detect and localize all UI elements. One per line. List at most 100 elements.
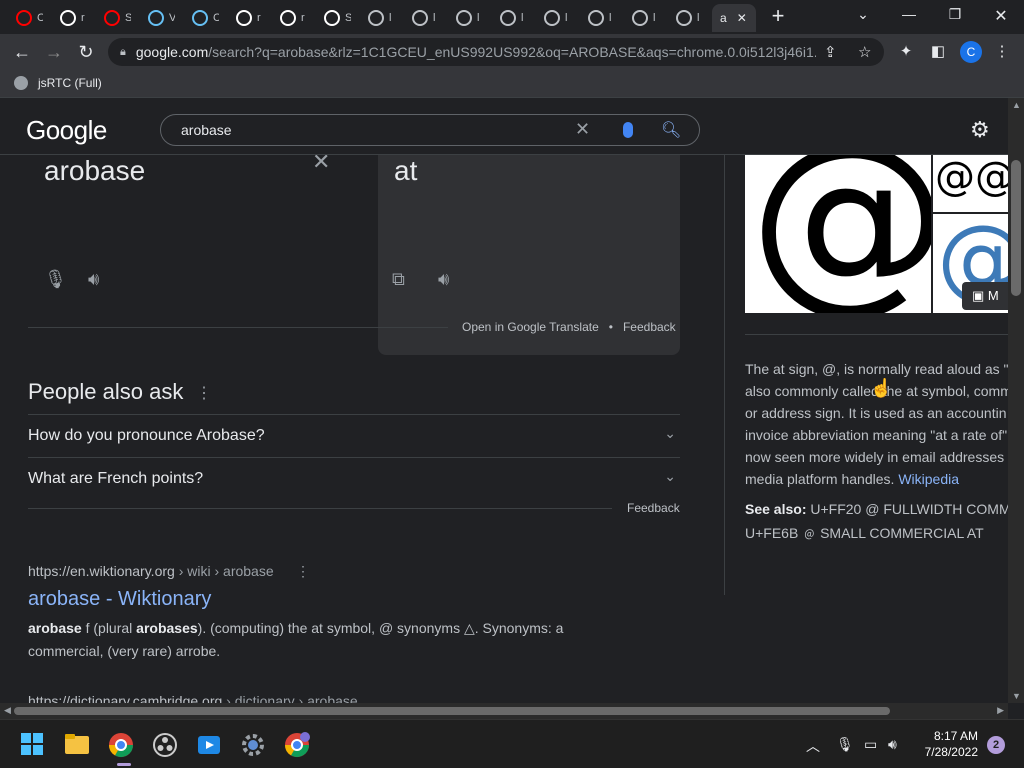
image-icon: ▣ (972, 288, 988, 303)
tab-label: l (389, 12, 392, 24)
browser-tab[interactable]: V (140, 4, 182, 32)
browser-tab[interactable]: S (316, 4, 358, 32)
browser-tab[interactable]: l (360, 4, 402, 32)
extensions-icon[interactable]: ✦ (896, 42, 916, 60)
chevron-down-icon: ⌄ (664, 425, 676, 441)
search-box[interactable]: arobase ✕ 🔍︎ (160, 114, 700, 146)
result-options-icon[interactable]: ⋮ (296, 563, 310, 580)
bookmark-jsrtc[interactable]: jsRTC (Full) (14, 76, 102, 90)
youtube-icon (104, 10, 120, 26)
chevron-down-icon: ⌄ (664, 468, 676, 484)
browser-tab[interactable]: l (492, 4, 534, 32)
divider (28, 327, 448, 328)
mic-icon[interactable]: 🎙︎ (44, 269, 67, 290)
youtube-icon (16, 10, 32, 26)
profile-avatar[interactable]: C (960, 41, 982, 63)
google-icon (236, 10, 252, 26)
search-input[interactable]: arobase (181, 122, 232, 138)
paa-question[interactable]: How do you pronounce Arobase? ⌄ (28, 414, 680, 457)
browser-tab[interactable]: r (228, 4, 270, 32)
google-logo[interactable]: Google (26, 115, 107, 146)
tab-label: l (609, 12, 612, 24)
separator: • (608, 320, 613, 334)
browser-tab[interactable]: C (184, 4, 226, 32)
scrollbar-thumb[interactable] (1011, 160, 1021, 296)
scrollbar-thumb[interactable] (14, 707, 890, 715)
gear-icon[interactable]: ⚙ (970, 117, 990, 143)
network-icon[interactable]: ▭ (864, 736, 877, 753)
browser-tab[interactable]: r (52, 4, 94, 32)
translate-source-text[interactable]: arobase (44, 155, 145, 187)
minimize-button[interactable]: — (894, 6, 924, 26)
microphone-icon[interactable]: 🎙︎ (836, 736, 854, 753)
obs-icon[interactable] (152, 732, 178, 758)
share-icon[interactable]: ⇪ (824, 43, 837, 61)
tab-search-icon[interactable]: ⌄ (848, 6, 878, 26)
result-title-link[interactable]: arobase - Wiktionary (28, 588, 211, 611)
voice-search-icon[interactable] (623, 122, 633, 138)
browser-tab[interactable]: S (96, 4, 138, 32)
browser-tab[interactable]: l (668, 4, 710, 32)
start-icon[interactable] (20, 732, 46, 758)
paa-feedback-link[interactable]: Feedback (627, 501, 680, 515)
globe-icon (544, 10, 560, 26)
scroll-left-icon[interactable]: ◀ (4, 705, 11, 716)
back-button[interactable]: ← (12, 42, 32, 62)
feedback-link[interactable]: Feedback (623, 320, 676, 334)
paa-question[interactable]: What are French points? ⌄ (28, 457, 680, 500)
browser-tab[interactable]: l (580, 4, 622, 32)
forward-button[interactable]: → (44, 42, 64, 62)
open-in-translate-link[interactable]: Open in Google Translate (462, 320, 599, 334)
speaker-icon[interactable]: 🔊︎ (438, 269, 449, 290)
clear-search-icon[interactable]: ✕ (575, 119, 590, 140)
browser-tab[interactable]: l (404, 4, 446, 32)
new-tab-button[interactable]: + (768, 5, 788, 27)
notification-badge[interactable]: 2 (987, 736, 1005, 754)
browser-tab[interactable]: l (448, 4, 490, 32)
media-player-icon[interactable] (196, 732, 222, 758)
tab-label: S (345, 12, 351, 24)
wikipedia-link[interactable]: Wikipedia (898, 471, 959, 487)
active-app-indicator (117, 763, 131, 766)
at-sign-image[interactable]: @ (745, 155, 931, 313)
clock[interactable]: 8:17 AM 7/28/2022 (918, 728, 978, 760)
reload-button[interactable]: ↻ (76, 42, 96, 62)
tab-label: l (477, 12, 480, 24)
at-sign-image[interactable]: @@ (933, 155, 1008, 212)
browser-tab[interactable]: l (624, 4, 666, 32)
search-results-page: arobase ✕ 🎙︎ 🔊︎ at ⧉ 🔊︎ Open in Google T… (0, 103, 1008, 703)
chrome-profile-icon[interactable] (284, 732, 310, 758)
tab-label: l (697, 12, 700, 24)
settings-icon[interactable] (240, 732, 266, 758)
address-bar[interactable]: 🔒︎ google.com/search?q=arobase&rlz=1C1GC… (108, 38, 884, 66)
more-options-icon[interactable]: ⋮ (196, 383, 212, 403)
search-icon[interactable]: 🔍︎ (661, 120, 681, 140)
globe-icon (632, 10, 648, 26)
speaker-icon[interactable]: 🔊︎ (88, 269, 99, 290)
copy-icon[interactable]: ⧉ (392, 269, 405, 290)
volume-icon[interactable]: 🔊︎ (888, 736, 897, 753)
vertical-scrollbar[interactable]: ▲ ▼ (1008, 98, 1024, 703)
horizontal-scrollbar[interactable]: ◀ ▶ (0, 703, 1008, 719)
scroll-right-icon[interactable]: ▶ (997, 705, 1004, 716)
mouse-cursor-icon: ☝ (870, 378, 893, 398)
result-cite: https://en.wiktionary.org › wiki › aroba… (28, 563, 274, 579)
globe-icon (676, 10, 692, 26)
browser-tab[interactable]: r (272, 4, 314, 32)
more-images-button[interactable]: ▣ M (962, 282, 1008, 310)
close-window-button[interactable]: ✕ (986, 6, 1016, 26)
scroll-down-icon[interactable]: ▼ (1012, 691, 1021, 701)
browser-tab[interactable]: C (8, 4, 50, 32)
menu-icon[interactable]: ⋮ (992, 42, 1012, 60)
chrome-icon[interactable] (108, 732, 134, 758)
bookmark-star-icon[interactable]: ☆ (858, 43, 871, 61)
file-explorer-icon[interactable] (64, 732, 90, 758)
tab-active[interactable]: a ✕ (712, 4, 756, 32)
translate-links: Open in Google Translate • Feedback (462, 320, 676, 334)
show-hidden-icons[interactable]: ︿ (806, 736, 820, 756)
maximize-button[interactable]: ❐ (940, 6, 970, 26)
scroll-up-icon[interactable]: ▲ (1012, 100, 1021, 110)
close-tab-icon[interactable]: ✕ (737, 11, 747, 25)
browser-tab[interactable]: l (536, 4, 578, 32)
side-panel-icon[interactable]: ◧ (928, 42, 948, 60)
